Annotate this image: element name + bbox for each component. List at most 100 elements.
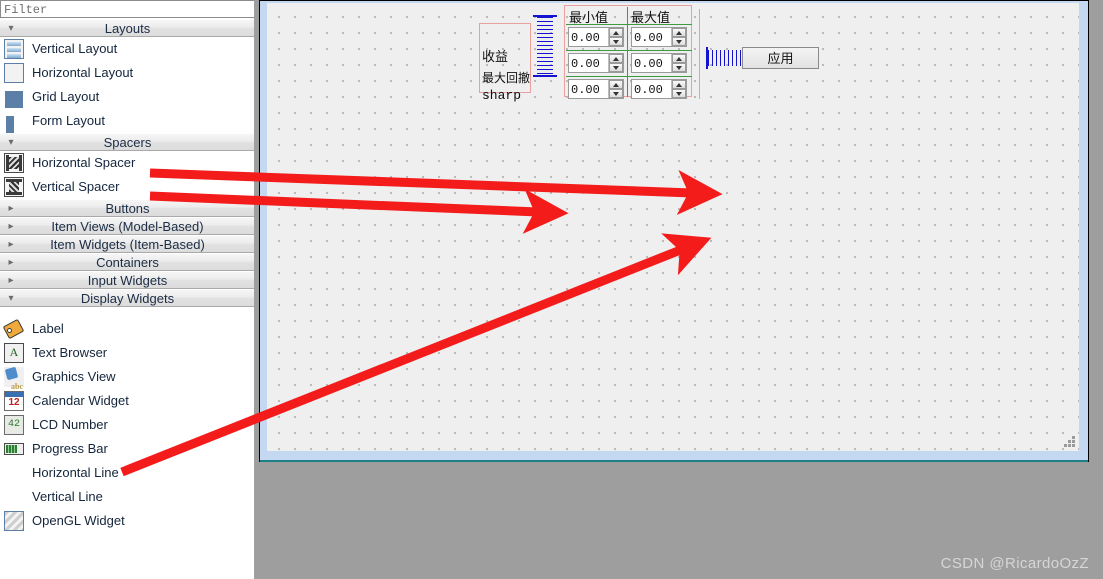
graphics-view-icon: abc — [4, 366, 24, 391]
spinbox-stepper[interactable] — [608, 54, 623, 72]
spinbox-stepper[interactable] — [671, 54, 686, 72]
category-label: Item Widgets (Item-Based) — [50, 237, 205, 252]
widget-item-grid-layout[interactable]: Grid Layout — [0, 85, 254, 109]
widget-box-scroll-area[interactable]: ▾ Layouts Vertical Layout Horizontal Lay… — [0, 19, 254, 579]
form-label-sharp: sharp — [482, 88, 522, 103]
spinbox-value[interactable]: 0.00 — [569, 54, 608, 72]
category-header-item-widgets[interactable]: ▸ Item Widgets (Item-Based) — [0, 235, 254, 253]
chevron-down-icon: ▾ — [8, 293, 14, 304]
widget-item-label-text: Graphics View — [32, 369, 116, 384]
text-browser-icon: A — [4, 343, 24, 363]
lcd-number-icon: 42 — [4, 415, 24, 435]
category-label: Buttons — [105, 201, 150, 216]
spinbox-stepper[interactable] — [608, 28, 623, 46]
spacer-gap — [0, 307, 254, 317]
horizontal-layout-icon — [4, 63, 24, 83]
widget-item-label-text: Text Browser — [32, 345, 108, 360]
widget-item-calendar-widget[interactable]: 12 Calendar Widget — [0, 389, 254, 413]
widget-item-horizontal-spacer[interactable]: Horizontal Spacer — [0, 151, 254, 175]
category-header-containers[interactable]: ▸ Containers — [0, 253, 254, 271]
category-header-buttons[interactable]: ▸ Buttons — [0, 199, 254, 217]
category-label: Layouts — [104, 21, 151, 36]
widget-item-label: Grid Layout — [32, 89, 100, 104]
chevron-down-icon: ▾ — [8, 23, 14, 34]
category-header-item-views[interactable]: ▸ Item Views (Model-Based) — [0, 217, 254, 235]
category-header-display-widgets[interactable]: ▾ Display Widgets — [0, 289, 254, 307]
calendar-widget-icon: 12 — [4, 391, 24, 411]
spinbox-value[interactable]: 0.00 — [632, 54, 671, 72]
widget-item-label[interactable]: Label — [0, 317, 254, 341]
spinbox-min-row1[interactable]: 0.00 — [568, 27, 624, 47]
spinbox-min-row2[interactable]: 0.00 — [568, 53, 624, 73]
widget-item-horizontal-layout[interactable]: Horizontal Layout — [0, 61, 254, 85]
widget-item-label: Form Layout — [32, 113, 105, 128]
widget-item-label-text: OpenGL Widget — [32, 513, 125, 528]
widget-item-text-browser[interactable]: A Text Browser — [0, 341, 254, 365]
widget-item-graphics-view[interactable]: abc Graphics View — [0, 365, 254, 391]
spinbox-max-row1[interactable]: 0.00 — [631, 27, 687, 47]
vertical-spacer-widget[interactable] — [533, 15, 557, 77]
category-header-input-widgets[interactable]: ▸ Input Widgets — [0, 271, 254, 289]
widget-item-form-layout[interactable]: Form Layout — [0, 109, 254, 133]
widget-item-label: Horizontal Layout — [32, 65, 134, 80]
category-label: Input Widgets — [87, 273, 168, 288]
filter-input[interactable] — [1, 2, 254, 18]
chevron-down-icon: ▾ — [8, 137, 14, 148]
grid-vline — [627, 7, 628, 97]
widget-item-label-text: Horizontal Line — [32, 465, 119, 480]
spinbox-max-row3[interactable]: 0.00 — [631, 79, 687, 99]
apply-button[interactable]: 应用 — [742, 47, 819, 69]
form-label-profit: 收益 — [482, 50, 509, 65]
grid-hline — [566, 76, 692, 77]
spinbox-value[interactable]: 0.00 — [632, 80, 671, 98]
widget-item-label-text: LCD Number — [32, 417, 108, 432]
resize-grip-icon[interactable] — [1064, 436, 1076, 448]
spinbox-stepper[interactable] — [671, 28, 686, 46]
vertical-spacer-icon — [4, 177, 24, 197]
category-header-spacers[interactable]: ▾ Spacers — [0, 133, 254, 151]
widget-item-horizontal-line[interactable]: Horizontal Line — [0, 461, 254, 485]
widget-item-label: Vertical Layout — [32, 41, 118, 56]
widget-item-opengl-widget[interactable]: OpenGL Widget — [0, 509, 254, 533]
spinbox-value[interactable]: 0.00 — [569, 28, 608, 46]
widget-item-label-text: Progress Bar — [32, 441, 108, 456]
widget-box-panel: ▾ Layouts Vertical Layout Horizontal Lay… — [0, 0, 255, 579]
progress-bar-icon — [4, 439, 24, 459]
widget-item-vertical-layout[interactable]: Vertical Layout — [0, 37, 254, 61]
spinbox-grid-group[interactable]: 最小值 最大值 0.00 0.00 0.00 0.00 0.00 0.00 — [564, 5, 692, 99]
widget-item-lcd-number[interactable]: 42 LCD Number — [0, 413, 254, 437]
widget-item-vertical-spacer[interactable]: Vertical Spacer — [0, 175, 254, 199]
label-column-group[interactable]: 收益 最大回撤 sharp — [479, 23, 531, 103]
spinbox-stepper[interactable] — [608, 80, 623, 98]
spinbox-max-row2[interactable]: 0.00 — [631, 53, 687, 73]
widget-item-label: Vertical Spacer — [32, 179, 120, 194]
category-header-layouts[interactable]: ▾ Layouts — [0, 19, 254, 37]
form-design-canvas[interactable]: 收益 最大回撤 sharp 最小值 最大值 0.00 0.00 0.00 0.0… — [267, 3, 1079, 451]
vertical-layout-icon — [4, 39, 24, 59]
chevron-right-icon: ▸ — [8, 203, 14, 214]
category-label: Display Widgets — [80, 291, 175, 306]
widget-item-progress-bar[interactable]: Progress Bar — [0, 437, 254, 461]
form-editor-area: 收益 最大回撤 sharp 最小值 最大值 0.00 0.00 0.00 0.0… — [256, 0, 1103, 464]
horizontal-spacer-icon — [4, 153, 24, 173]
category-label: Item Views (Model-Based) — [51, 219, 204, 234]
widget-item-label-text: Calendar Widget — [32, 393, 129, 408]
horizontal-line-icon — [4, 463, 24, 483]
spinbox-value[interactable]: 0.00 — [569, 80, 608, 98]
chevron-right-icon: ▸ — [8, 239, 14, 250]
grid-hline — [566, 50, 692, 51]
vertical-separator-line — [699, 9, 700, 99]
spinbox-min-row3[interactable]: 0.00 — [568, 79, 624, 99]
opengl-widget-icon — [4, 511, 24, 531]
form-window-frame: 收益 最大回撤 sharp 最小值 最大值 0.00 0.00 0.00 0.0… — [259, 0, 1089, 462]
spacer-cap-bottom — [533, 75, 557, 77]
form-label-drawdown: 最大回撤 — [482, 72, 531, 86]
spinbox-stepper[interactable] — [671, 80, 686, 98]
widget-item-label-text: Vertical Line — [32, 489, 103, 504]
vertical-line-icon — [4, 487, 24, 507]
widget-item-vertical-line[interactable]: Vertical Line — [0, 485, 254, 509]
category-label: Spacers — [103, 135, 152, 150]
spinbox-value[interactable]: 0.00 — [632, 28, 671, 46]
label-icon — [2, 318, 25, 340]
chevron-right-icon: ▸ — [8, 275, 14, 286]
